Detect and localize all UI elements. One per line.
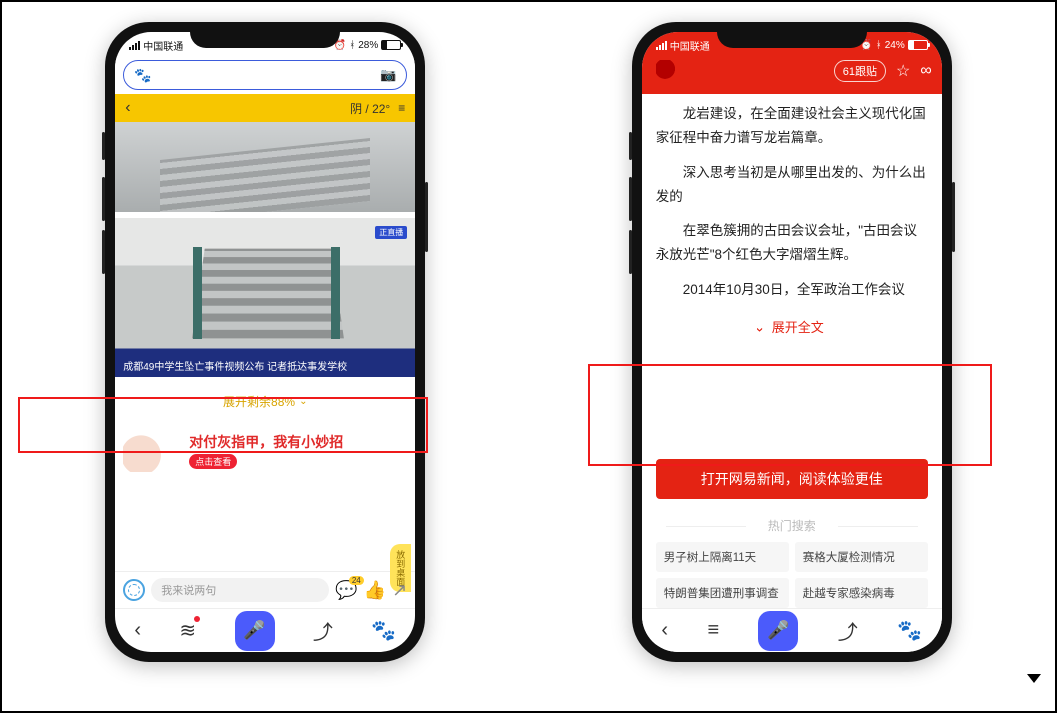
expand-full-button[interactable]: ›› 展开全文	[656, 312, 928, 349]
netease-logo	[656, 60, 686, 82]
battery-label: 24%	[885, 40, 905, 51]
article-body: 龙岩建设，在全面建设社会主义现代化国家征程中奋力谱写龙岩篇章。 深入思考当初是从…	[642, 94, 942, 459]
double-chevron-down-icon: ››	[748, 327, 771, 328]
baidu-paw-icon: 🐾	[134, 67, 151, 84]
notch	[717, 22, 867, 48]
nav-back-icon[interactable]: ‹	[661, 619, 668, 642]
article-para: 深入思考当初是从哪里出发的、为什么出发的	[656, 161, 928, 210]
signal-icon	[129, 41, 140, 50]
nav-menu-icon[interactable]: ≡	[707, 619, 719, 642]
comment-bar: 我来说两句 💬24 👍 ↗	[115, 571, 415, 608]
ad-banner[interactable]: 对付灰指甲，我有小妙招 点击查看	[115, 426, 415, 476]
comment-count: 24	[349, 576, 364, 585]
ad-text: 对付灰指甲，我有小妙招	[189, 432, 343, 452]
nav-share-icon[interactable]: ⤴	[838, 616, 858, 645]
signal-icon	[656, 41, 667, 50]
notch	[190, 22, 340, 48]
expand-label: 展开全文	[772, 320, 824, 335]
article-para: 龙岩建设，在全面建设社会主义现代化国家征程中奋力谱写龙岩篇章。	[656, 102, 928, 151]
bottom-nav: ‹ ≡ 🎤 ⤴ 🐾	[642, 608, 942, 652]
carrier-label: 中国联通	[143, 38, 183, 53]
share-icon[interactable]: ↗	[392, 580, 407, 601]
chevron-down-icon: ⌄	[299, 396, 307, 407]
hot-search-title: 热门搜索	[656, 517, 928, 534]
nav-share-icon[interactable]: ⤴	[313, 616, 333, 645]
hot-item[interactable]: 赛格大厦检测情况	[795, 542, 928, 572]
bluetooth-icon: ᚼ	[349, 40, 355, 51]
nav-feed-icon[interactable]: ≋	[179, 618, 196, 643]
weather-label: 阴 / 22°	[350, 100, 390, 117]
video-thumb-upper[interactable]	[115, 122, 415, 212]
expand-label: 展开剩余88%	[223, 393, 295, 410]
video-caption: 成都49中学生坠亡事件视频公布 记者抵达事发学校	[115, 354, 415, 377]
battery-label: 28%	[358, 40, 378, 51]
live-tag: 正直播	[375, 226, 407, 239]
article-para: 2014年10月30日，全军政治工作会议	[656, 278, 928, 302]
article-para: 在翠色簇拥的古田会议会址，"古田会议永放光芒"8个红色大字熠熠生辉。	[656, 219, 928, 268]
search-bar[interactable]: 🐾 📷	[123, 60, 407, 90]
bottom-nav: ‹ ≋ 🎤 ⤴ 🐾	[115, 608, 415, 652]
comments-icon[interactable]: 💬24	[335, 580, 357, 601]
weather-bar: ‹ 阴 / 22° ≡	[115, 94, 415, 122]
globe-icon[interactable]	[123, 579, 145, 601]
video-thumb-lower[interactable]: 正直播 成都49中学生坠亡事件视频公布 记者抵达事发学校	[115, 212, 415, 377]
favorite-icon[interactable]: ☆	[896, 61, 910, 81]
nav-baidu-icon[interactable]: 🐾	[371, 618, 396, 643]
hot-item[interactable]: 男子树上隔离11天	[656, 542, 789, 572]
ad-image	[123, 430, 183, 472]
battery-icon	[908, 40, 928, 50]
back-icon[interactable]: ‹	[125, 99, 130, 117]
nav-back-icon[interactable]: ‹	[134, 619, 141, 642]
phone-right: 中国联通 ⏰ ᚼ 24% 61跟贴 ☆ ∞	[632, 22, 952, 662]
figure-frame: 中国联通 ⏰ ᚼ 28% 🐾 📷 ‹	[0, 0, 1057, 713]
ad-cta[interactable]: 点击查看	[189, 454, 237, 469]
corner-triangle-icon	[1027, 674, 1041, 683]
hot-item[interactable]: 赴越专家感染病毒	[795, 578, 928, 608]
share-icon[interactable]: ∞	[920, 62, 931, 80]
open-app-button[interactable]: 打开网易新闻，阅读体验更佳	[656, 459, 928, 499]
hot-item[interactable]: 特朗普集团遭刑事调查	[656, 578, 789, 608]
phone-left: 中国联通 ⏰ ᚼ 28% 🐾 📷 ‹	[105, 22, 425, 662]
carrier-label: 中国联通	[670, 38, 710, 53]
follow-count-button[interactable]: 61跟贴	[834, 60, 886, 82]
menu-icon[interactable]: ≡	[398, 101, 405, 115]
nav-voice-button[interactable]: 🎤	[235, 611, 275, 651]
like-icon[interactable]: 👍	[364, 580, 386, 601]
hot-search-section: 热门搜索 男子树上隔离11天 赛格大厦检测情况 特朗普集团遭刑事调查 赴越专家感…	[642, 511, 942, 608]
expand-remaining-button[interactable]: 展开剩余88% ⌄	[115, 377, 415, 426]
bluetooth-icon: ᚼ	[876, 40, 882, 51]
comment-input[interactable]: 我来说两句	[151, 578, 329, 602]
camera-icon[interactable]: 📷	[380, 67, 396, 83]
nav-baidu-icon[interactable]: 🐾	[897, 618, 922, 643]
nav-voice-button[interactable]: 🎤	[758, 611, 798, 651]
battery-icon	[381, 40, 401, 50]
